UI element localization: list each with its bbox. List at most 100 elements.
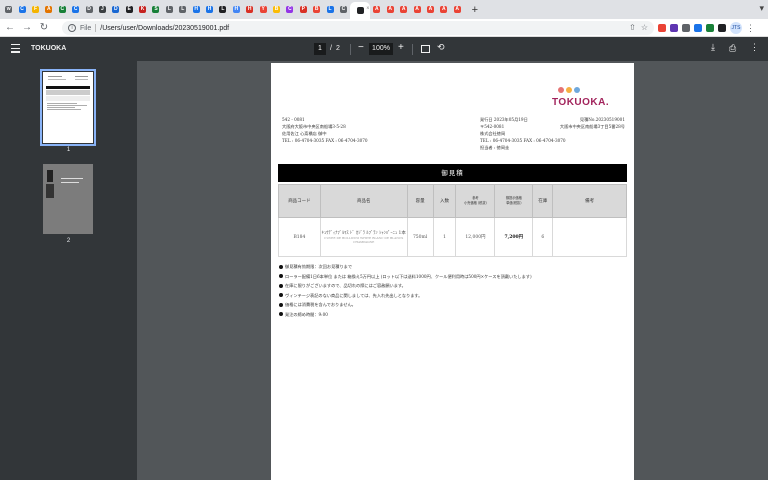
download-icon[interactable]: ⤓ <box>711 42 715 53</box>
browser-tab[interactable]: w <box>2 2 15 17</box>
browser-tab[interactable]: H <box>203 2 216 17</box>
browser-tab[interactable]: K <box>136 2 149 17</box>
logo-dot <box>558 87 564 93</box>
browser-tab[interactable]: H <box>189 2 202 17</box>
logo-dot <box>566 87 572 93</box>
chrome-menu-icon[interactable]: ⋮ <box>746 23 755 34</box>
browser-tab[interactable]: A <box>370 2 383 17</box>
fit-page-icon[interactable] <box>421 45 430 53</box>
page-thumbnail-2[interactable] <box>43 164 93 234</box>
column-header-sub: 単価(税抜) <box>506 201 522 205</box>
active-tab[interactable]: X <box>350 2 371 19</box>
note-item: ローラー配備1日6本単位 または 箱換え5万円以上 (ロット以下は送料1000円… <box>279 272 532 282</box>
extension-icon[interactable] <box>682 24 690 32</box>
zoom-out-icon[interactable]: − <box>358 42 364 53</box>
notes-list: 御見積有効期限：次回お見積りまで ローラー配備1日6本単位 または 箱換え5万円以… <box>279 262 532 319</box>
browser-tab[interactable]: A <box>397 2 410 17</box>
browser-tab[interactable]: F <box>29 2 42 17</box>
browser-tab[interactable]: C <box>337 2 350 17</box>
thumbnail-label: 1 <box>66 147 71 153</box>
browser-tab[interactable]: C <box>283 2 296 17</box>
browser-tab[interactable]: C <box>56 2 69 17</box>
extension-icon[interactable] <box>658 24 666 32</box>
page-number-input[interactable]: 1 <box>314 43 326 55</box>
k-icon: K <box>139 6 147 13</box>
c-icon: C <box>286 6 294 13</box>
b-icon: B <box>273 6 280 13</box>
bullet-icon <box>279 283 283 288</box>
rotate-icon[interactable]: ⟲ <box>437 42 445 53</box>
browser-tab[interactable]: S <box>149 2 162 17</box>
extension-icon[interactable] <box>706 24 714 32</box>
share-icon[interactable]: ⇧ <box>629 23 636 32</box>
bullet-icon <box>279 264 283 269</box>
browser-tab[interactable]: P <box>297 2 310 17</box>
f-icon: F <box>31 6 39 13</box>
browser-tab[interactable]: A <box>437 2 450 17</box>
column-header: 備考 <box>552 184 627 218</box>
browser-tab[interactable]: A <box>424 2 437 17</box>
browser-tab[interactable]: D <box>109 2 122 17</box>
menu-icon[interactable] <box>11 44 20 54</box>
tab-search-icon[interactable]: ▾ <box>759 3 764 14</box>
page-total: 2 <box>336 45 340 52</box>
forward-icon[interactable]: → <box>20 21 34 35</box>
browser-tab[interactable]: D <box>82 2 95 17</box>
note-item: ヴィンテージ表記のない商品に関しましては、先入れ先出しとなります。 <box>279 291 532 301</box>
browser-tab[interactable]: E <box>123 2 136 17</box>
browser-tab[interactable]: J <box>96 2 109 17</box>
page-thumbnail-1[interactable] <box>40 69 96 146</box>
extension-icon[interactable] <box>670 24 678 32</box>
thumbnail-preview <box>46 76 90 110</box>
browser-tab[interactable]: L <box>163 2 176 17</box>
recipient-postal: 542 - 0081 <box>282 117 305 122</box>
bullet-icon <box>279 312 283 316</box>
table-row: B184 ｷｭｳﾃﾞｨﾅﾌﾞﾙﾏｽ ﾄﾞ ｶｼﾞﾗ ﾙﾌﾞﾗﾝ ｼｬﾝﾊﾟｰﾆｭ… <box>278 217 627 257</box>
l-icon: L <box>165 6 173 13</box>
bullet-icon <box>279 302 283 307</box>
pdf-page: TOKUOKA. 542 - 0081 大阪府大阪市中央区南船場3-5-28 佐… <box>271 63 634 480</box>
browser-tab[interactable]: C <box>69 2 82 17</box>
product-code: B184 <box>278 217 321 257</box>
browser-tab[interactable]: B <box>310 2 323 17</box>
a-icon: A <box>45 6 53 13</box>
browser-tab[interactable]: A <box>451 2 464 17</box>
print-icon[interactable]: ⎙ <box>729 43 736 54</box>
browser-tab[interactable]: H <box>243 2 256 17</box>
recipient-tel: TEL : 06-4704-3035 FAX : 06-4704-3070 <box>282 138 368 143</box>
back-icon[interactable]: ← <box>3 21 17 35</box>
browser-tab[interactable]: A <box>42 2 55 17</box>
bookmark-star-icon[interactable]: ☆ <box>641 23 648 32</box>
browser-tab[interactable]: A <box>410 2 423 17</box>
close-tab-icon[interactable]: X <box>366 5 369 10</box>
info-icon[interactable]: i <box>68 24 76 32</box>
browser-tab[interactable]: C <box>15 2 28 17</box>
browser-tab[interactable]: L <box>323 2 336 17</box>
note-item: 在庫に限りがございますので、品切れの際にはご容赦願います。 <box>279 281 532 291</box>
more-options-icon[interactable]: ⋮ <box>750 42 759 53</box>
extension-icon[interactable] <box>718 24 726 32</box>
reload-icon[interactable]: ↻ <box>37 21 51 35</box>
browser-tab[interactable]: L <box>216 2 229 17</box>
tokuoka-favicon-icon <box>356 7 364 14</box>
browser-tab[interactable]: A <box>384 2 397 17</box>
browser-tab[interactable]: H <box>230 2 243 17</box>
logo-dot <box>574 87 580 93</box>
note-item: 発注の締め時間：9:00 <box>279 310 532 320</box>
address-bar[interactable]: i File /Users/user/Downloads/20230519001… <box>62 21 654 35</box>
browser-tab[interactable]: Y <box>256 2 269 17</box>
zoom-in-icon[interactable]: + <box>398 42 404 53</box>
profile-avatar[interactable]: JTS <box>730 22 742 34</box>
browser-tab[interactable]: B <box>270 2 283 17</box>
extensions-bar: JTS ⋮ <box>658 21 755 35</box>
zoom-input[interactable]: 100% <box>369 43 393 55</box>
extension-icon[interactable] <box>694 24 702 32</box>
product-name-sub: CUVEE DE BOLLICINI WHITE BLANC DE BLANCS… <box>324 236 404 244</box>
new-tab-button[interactable]: + <box>468 3 482 17</box>
browser-tab[interactable]: L <box>176 2 189 17</box>
toolbar-divider <box>350 44 351 55</box>
h-icon: H <box>246 6 254 13</box>
x-icon: C <box>58 6 66 13</box>
a-icon: A <box>386 6 394 13</box>
a-icon: A <box>400 6 408 13</box>
